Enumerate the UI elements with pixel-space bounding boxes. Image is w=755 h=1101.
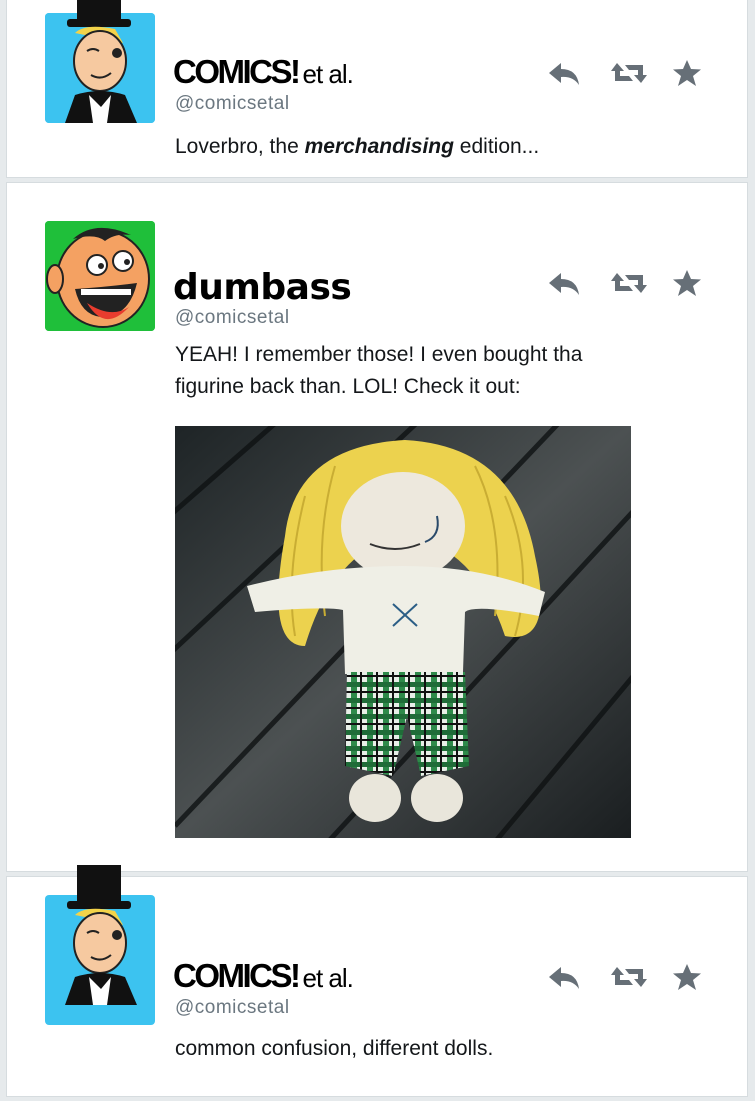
display-name[interactable]: COMICS! et al. (173, 53, 354, 91)
retweet-icon[interactable] (609, 963, 647, 991)
reply-icon[interactable] (547, 963, 583, 991)
user-handle[interactable]: @comicsetal (175, 997, 290, 1019)
avatar[interactable] (45, 0, 155, 123)
tweet-actions (547, 59, 707, 87)
tweet-feed: COMICS! et al. @comicsetal Loverbro, the … (0, 0, 755, 1101)
tweet[interactable]: COMICS! et al. @comicsetal common confusi… (6, 865, 748, 1097)
retweet-icon[interactable] (609, 269, 647, 297)
tweet[interactable]: dumbass @comicsetal YEAH! I remember tho… (6, 182, 748, 872)
reply-icon[interactable] (547, 269, 583, 297)
tweet-text: YEAH! I remember those! I even bought th… (175, 343, 583, 398)
tweet-actions (547, 269, 707, 297)
user-handle[interactable]: @comicsetal (175, 307, 290, 329)
reply-icon[interactable] (547, 59, 583, 87)
retweet-icon[interactable] (609, 59, 647, 87)
avatar[interactable] (45, 221, 155, 331)
favorite-icon[interactable] (671, 59, 707, 87)
tweet[interactable]: COMICS! et al. @comicsetal Loverbro, the … (6, 0, 748, 178)
doll-photo[interactable] (175, 426, 631, 838)
favorite-icon[interactable] (671, 963, 707, 991)
tweet-text: Loverbro, the merchandising edition... (175, 135, 540, 158)
tweet-actions (547, 963, 707, 991)
user-handle[interactable]: @comicsetal (175, 93, 290, 115)
favorite-icon[interactable] (671, 269, 707, 297)
avatar[interactable] (45, 865, 155, 1025)
display-name[interactable]: dumbass (173, 267, 352, 308)
tweet-text: common confusion, different dolls. (175, 1037, 494, 1060)
display-name[interactable]: COMICS! et al. (173, 957, 354, 995)
